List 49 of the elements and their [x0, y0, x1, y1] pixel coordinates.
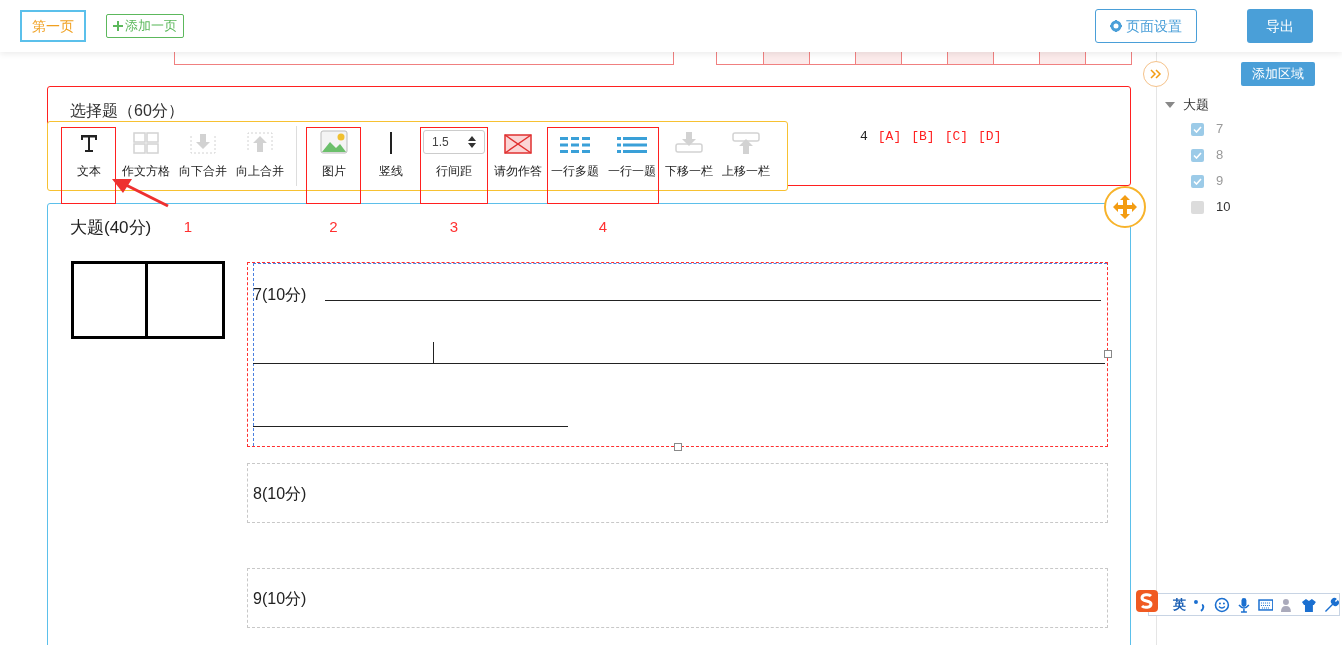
annotation-number: 2 [328, 216, 339, 237]
option-label: [C] [944, 128, 969, 146]
question-label: 8(10分) [253, 484, 307, 504]
checkbox[interactable] [1191, 174, 1204, 188]
microphone-icon [1235, 596, 1252, 613]
check-icon [1193, 177, 1202, 185]
toolbar-button[interactable]: 一行多题 [546, 122, 603, 190]
option-label: [D] [978, 128, 1002, 146]
double-chevron-icon [1150, 69, 1162, 79]
question-number: 4 [860, 128, 868, 146]
checkbox[interactable] [1191, 122, 1204, 136]
toolbar-button[interactable]: 1.5 行间距 [419, 122, 489, 190]
line-spacing-field[interactable]: 1.5 [423, 130, 485, 154]
resize-handle [674, 443, 682, 451]
check-icon [1193, 125, 1202, 133]
question-label: 9(10分) [253, 589, 307, 609]
toolbar-button[interactable]: 竖线 [362, 122, 419, 190]
shirt-icon [1301, 596, 1318, 613]
text-cursor [433, 342, 434, 364]
check-icon [1193, 151, 1202, 159]
field-value: 1.5 [432, 134, 449, 151]
arrow [112, 179, 169, 208]
option-label: [A] [877, 128, 902, 146]
settings-icon [1110, 20, 1122, 32]
toolbar-button[interactable]: 请勿作答 [489, 122, 546, 190]
plus-icon [113, 21, 123, 31]
question-label: 7(10分) [253, 285, 307, 305]
annotation-number: 3 [448, 216, 460, 237]
smiley-icon [1213, 596, 1230, 613]
checkbox[interactable] [1191, 148, 1204, 162]
resize-handle [1104, 350, 1112, 358]
toolbar-button[interactable]: 一行一题 [603, 122, 660, 190]
move-icon [1112, 194, 1138, 220]
toolbar-button[interactable]: 文本 [60, 122, 117, 190]
collapse-button[interactable] [1143, 61, 1169, 87]
option-label: [B] [911, 128, 935, 146]
checkbox[interactable] [1191, 200, 1204, 214]
toolbar-button[interactable]: 图片 [305, 122, 362, 190]
ime-mode-toggle[interactable]: 英 [1173, 594, 1186, 615]
section-title: 选择题（60分） [70, 101, 184, 121]
annotation-number: 1 [182, 216, 194, 237]
move-handle[interactable] [1104, 186, 1146, 228]
spinner-arrows-icon [468, 136, 476, 148]
annotation-number: 4 [597, 216, 609, 237]
section-title: 大题(40分) [70, 217, 152, 239]
wrench-icon [1323, 596, 1339, 613]
tree-item[interactable]: 大题 [1183, 95, 1209, 115]
keyboard-icon [1257, 596, 1274, 613]
tree-item[interactable]: 10 [1216, 197, 1231, 217]
